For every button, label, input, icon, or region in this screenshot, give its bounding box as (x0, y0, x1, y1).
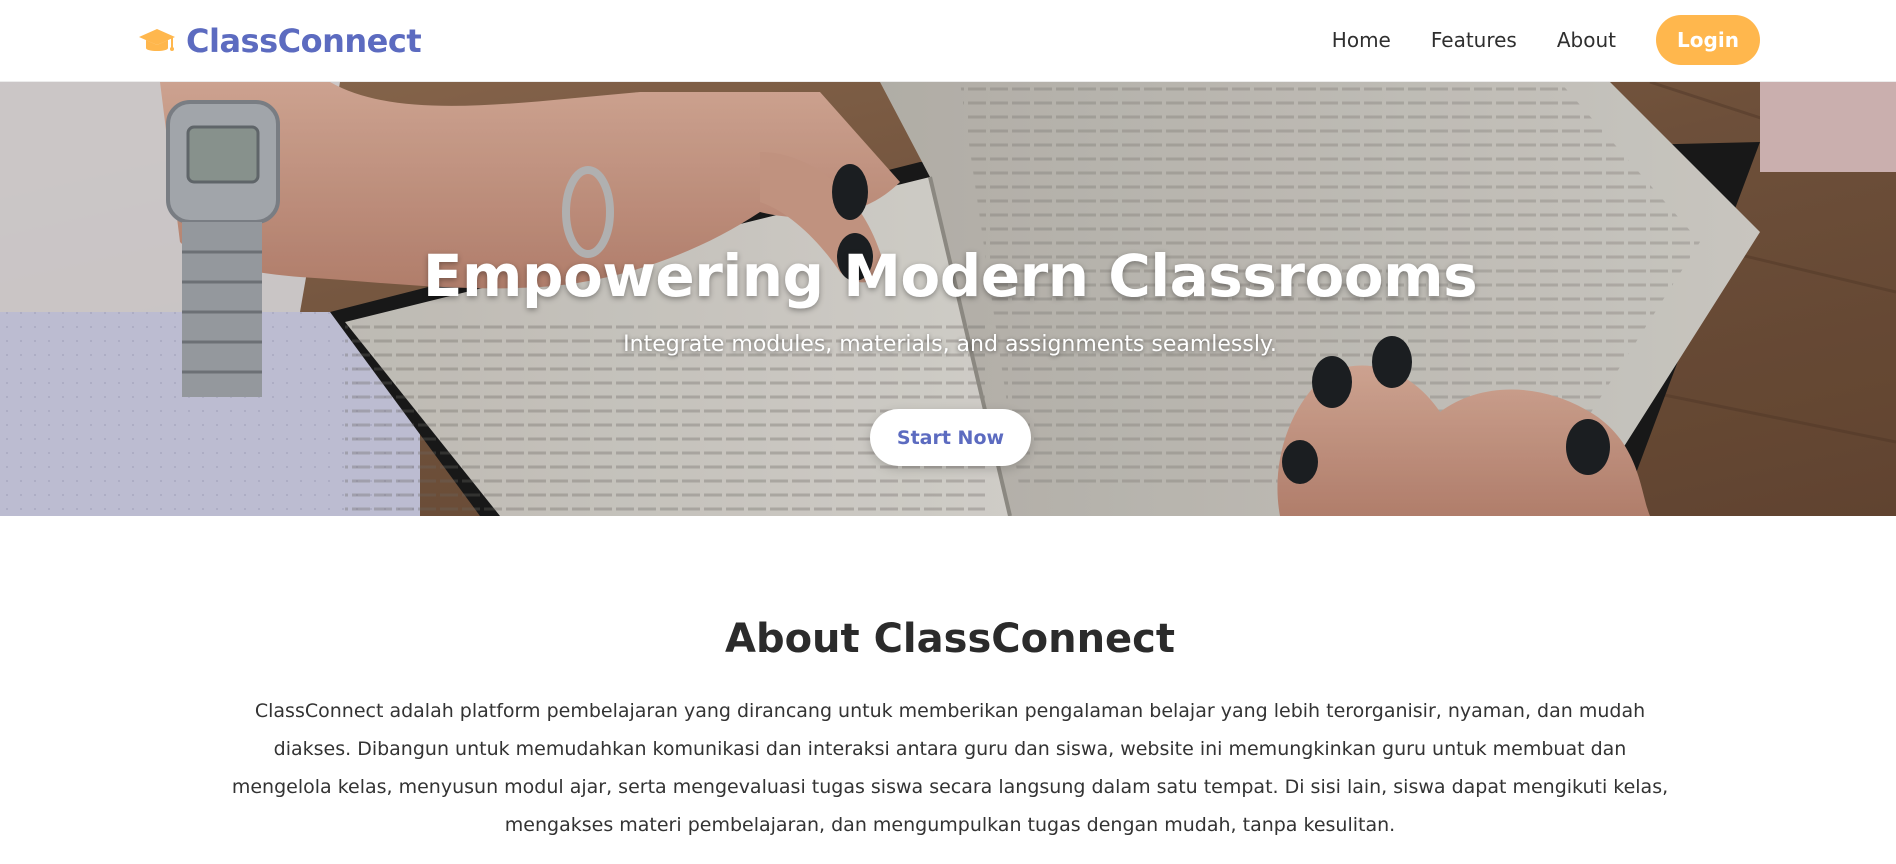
nav-link-home[interactable]: Home (1332, 28, 1391, 52)
about-description: ClassConnect adalah platform pembelajara… (231, 700, 1669, 836)
hero-section: Empowering Modern Classrooms Integrate m… (0, 82, 1896, 516)
brand-logo-link[interactable]: ClassConnect (138, 18, 422, 64)
start-now-button[interactable]: Start Now (870, 409, 1031, 466)
hero-subtitle: Integrate modules, materials, and assign… (623, 332, 1277, 357)
nav-links: Home Features About Login (1332, 15, 1760, 65)
about-section: About ClassConnect ClassConnect adalah p… (0, 516, 1896, 864)
nav-link-about[interactable]: About (1557, 28, 1616, 52)
hero-content: Empowering Modern Classrooms Integrate m… (0, 82, 1896, 516)
hero-title: Empowering Modern Classrooms (422, 242, 1478, 310)
about-title: About ClassConnect (724, 616, 1176, 662)
nav-link-features[interactable]: Features (1431, 28, 1517, 52)
login-button[interactable]: Login (1656, 15, 1760, 65)
navbar: ClassConnect Home Features About Login (0, 0, 1896, 82)
brand-name: ClassConnect (186, 22, 422, 60)
graduation-cap-icon (139, 29, 175, 51)
